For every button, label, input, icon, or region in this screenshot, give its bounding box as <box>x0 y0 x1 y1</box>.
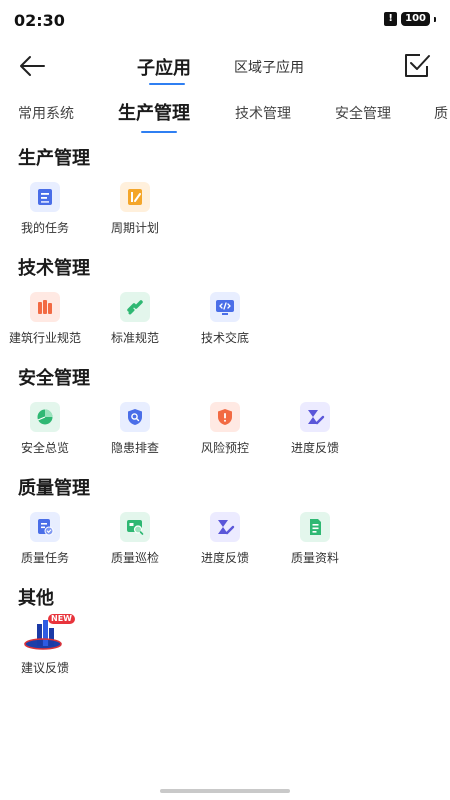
tab-sub-apps[interactable]: 子应用 <box>137 54 191 80</box>
app-standards[interactable]: 标准规范 <box>90 292 180 346</box>
tile-label: 标准规范 <box>110 331 159 345</box>
progress-icon <box>210 512 240 542</box>
tile-label: 技术交底 <box>200 331 249 345</box>
checkbox-icon <box>405 54 430 77</box>
new-badge: NEW <box>48 614 75 624</box>
tile-label: 我的任务 <box>20 221 69 235</box>
status-bar: 02:30 ! 100 <box>0 0 450 40</box>
app-quality-documents[interactable]: 质量资料 <box>270 512 360 566</box>
code-icon <box>210 292 240 322</box>
app-tech-briefing[interactable]: 技术交底 <box>180 292 270 346</box>
home-indicator[interactable] <box>160 789 290 793</box>
shield-search-icon <box>120 402 150 432</box>
section-title: 生产管理 <box>18 148 90 169</box>
pie-chart-icon <box>30 402 60 432</box>
category-active-indicator <box>141 131 177 133</box>
task-icon <box>30 182 60 212</box>
battery-cap <box>434 16 436 22</box>
app-quality-inspection[interactable]: 质量巡检 <box>90 512 180 566</box>
alert-icon: ! <box>384 12 398 26</box>
category-production[interactable]: 生产管理 <box>118 99 190 125</box>
tile-label: 进度反馈 <box>200 551 249 565</box>
section-title: 其他 <box>18 588 54 609</box>
tile-label: 风险预控 <box>200 441 249 455</box>
tile-label: 质量任务 <box>20 551 69 565</box>
app-cycle-plan[interactable]: 周期计划 <box>90 182 180 236</box>
category-safety[interactable]: 安全管理 <box>335 103 391 123</box>
section-title: 安全管理 <box>18 368 90 389</box>
tile-label: 隐患排查 <box>110 441 159 455</box>
section-title: 技术管理 <box>18 258 90 279</box>
tile-label: 建筑行业规范 <box>8 331 81 345</box>
section-title: 质量管理 <box>18 478 90 499</box>
tile-label: 建议反馈 <box>20 661 69 675</box>
app-my-tasks[interactable]: 我的任务 <box>0 182 90 236</box>
top-nav: 子应用 区域子应用 <box>0 44 450 88</box>
battery-icon: 100 <box>401 12 430 26</box>
standard-icon <box>120 292 150 322</box>
inspection-icon <box>120 512 150 542</box>
back-button[interactable] <box>16 52 48 80</box>
app-risk-control[interactable]: 风险预控 <box>180 402 270 456</box>
back-arrow-icon <box>20 56 45 76</box>
tab-active-indicator <box>149 83 185 85</box>
category-quality[interactable]: 质 <box>434 103 448 123</box>
app-building-standards[interactable]: 建筑行业规范 <box>0 292 90 346</box>
tab-regional-sub-apps[interactable]: 区域子应用 <box>234 57 304 77</box>
tile-label: 周期计划 <box>110 221 159 235</box>
app-quality-tasks[interactable]: 质量任务 <box>0 512 90 566</box>
category-common-systems[interactable]: 常用系统 <box>18 103 74 123</box>
tile-label: 进度反馈 <box>290 441 339 455</box>
status-icons: ! 100 <box>384 12 436 26</box>
warning-shield-icon <box>210 402 240 432</box>
tile-label: 安全总览 <box>20 441 69 455</box>
app-progress-feedback-quality[interactable]: 进度反馈 <box>180 512 270 566</box>
app-hazard-check[interactable]: 隐患排查 <box>90 402 180 456</box>
tile-label: 质量巡检 <box>110 551 159 565</box>
plan-icon <box>120 182 150 212</box>
app-suggestion-feedback[interactable]: NEW 建议反馈 <box>0 614 90 676</box>
status-time: 02:30 <box>14 11 65 30</box>
quality-task-icon <box>30 512 60 542</box>
category-technology[interactable]: 技术管理 <box>235 103 291 123</box>
feedback-building-icon: NEW <box>23 614 75 654</box>
document-icon <box>300 512 330 542</box>
progress-icon <box>300 402 330 432</box>
app-safety-overview[interactable]: 安全总览 <box>0 402 90 456</box>
tile-label: 质量资料 <box>290 551 339 565</box>
building-standard-icon <box>30 292 60 322</box>
multi-select-button[interactable] <box>402 51 432 81</box>
app-progress-feedback-safety[interactable]: 进度反馈 <box>270 402 360 456</box>
category-bar: 常用系统 生产管理 技术管理 安全管理 质 <box>0 96 450 136</box>
